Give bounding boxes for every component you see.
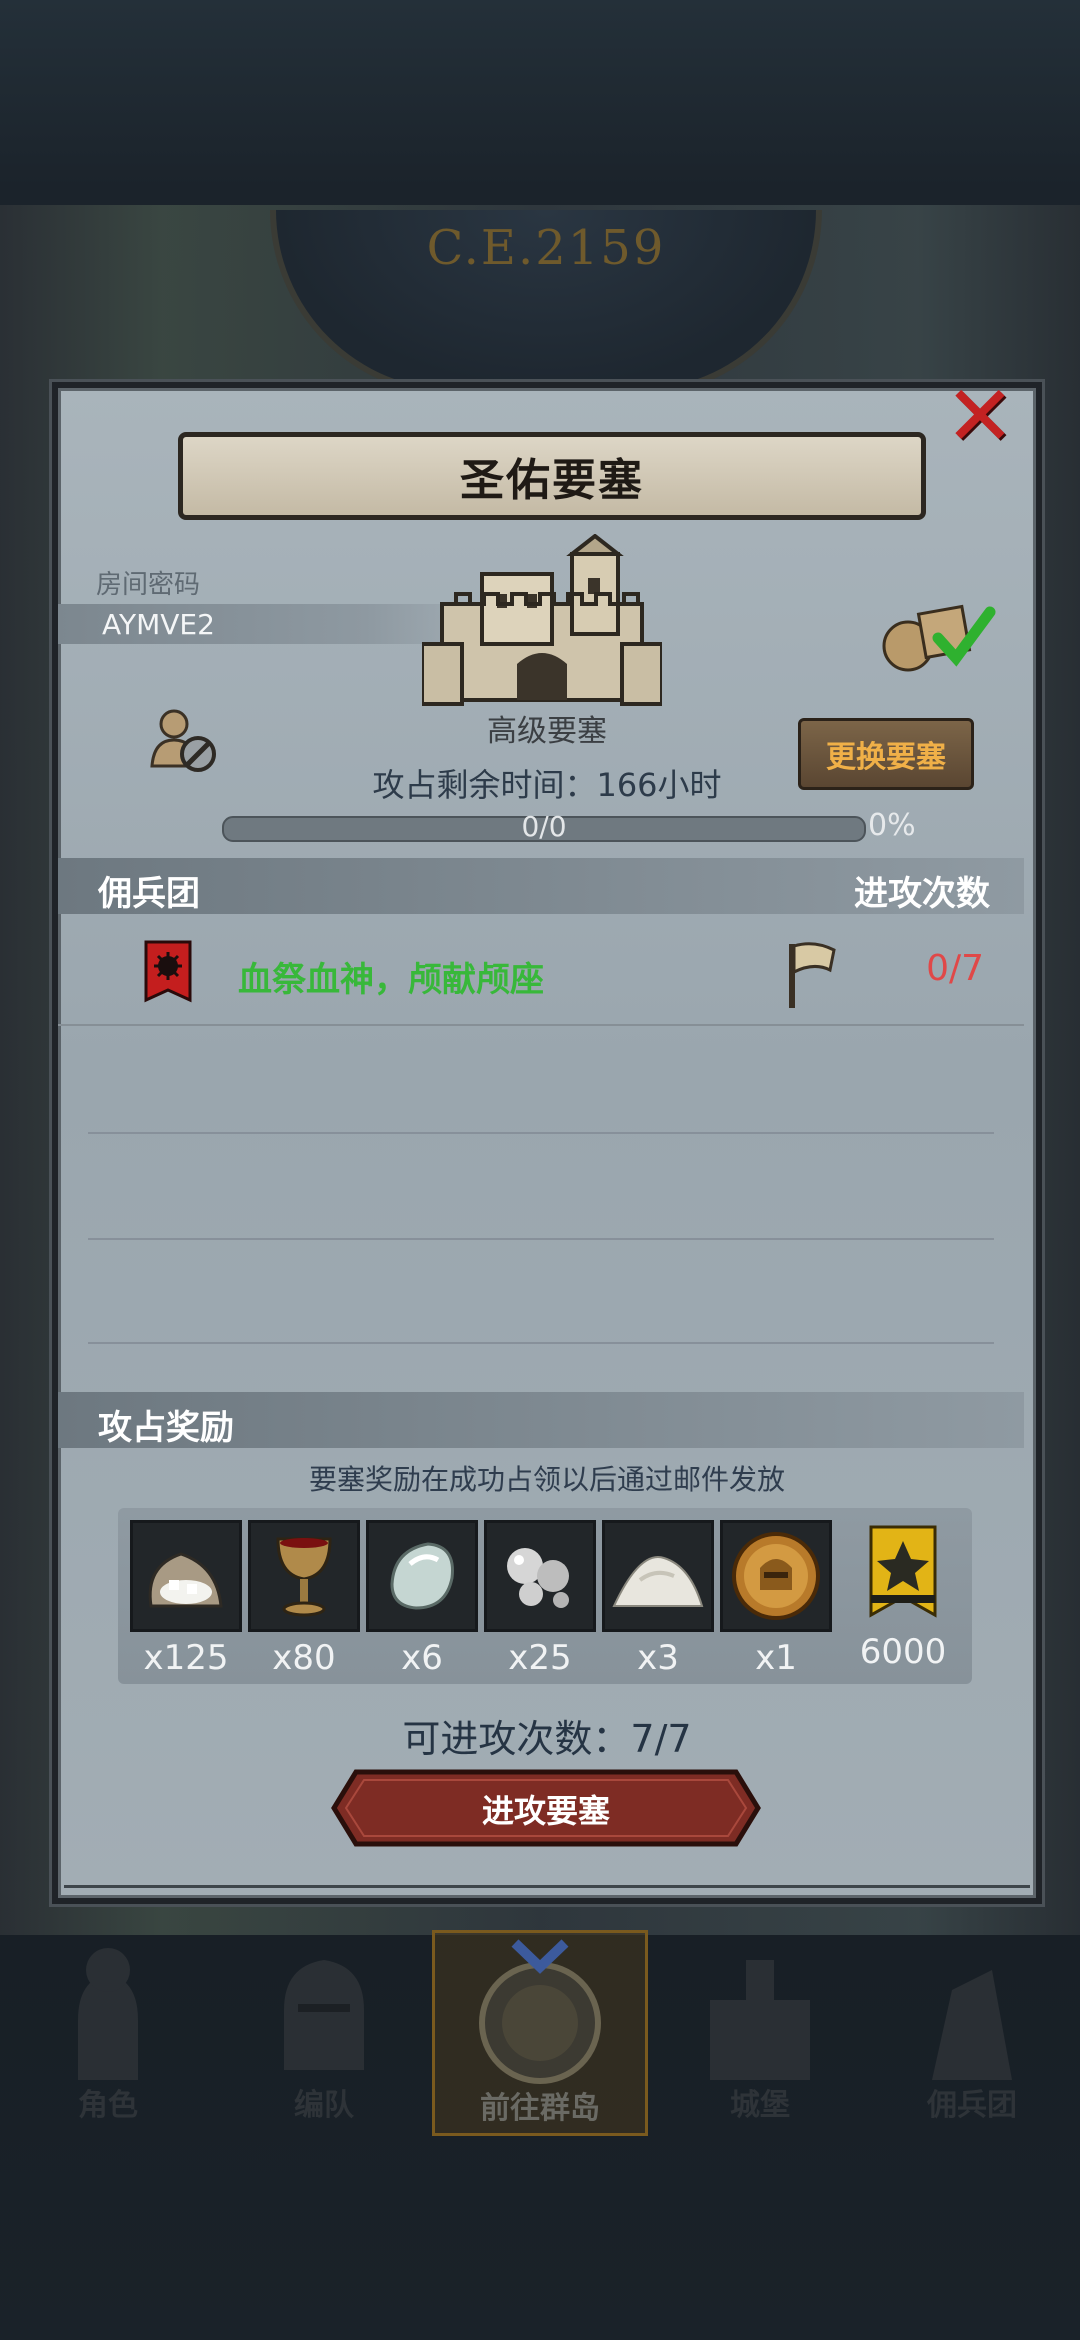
- reward-item[interactable]: x25: [484, 1520, 596, 1678]
- powder-pile-icon: [612, 1556, 704, 1607]
- mercenary-nav-icon: [932, 1970, 1012, 2080]
- castle-nav-icon: [710, 1960, 810, 2080]
- rewards-panel: x125 x80 x6 x25 x3 x1 6000: [118, 1508, 972, 1684]
- room-password-label: 房间密码: [96, 570, 201, 600]
- nav-label: 佣兵团: [927, 2088, 1017, 2123]
- loot-collected-icon[interactable]: [878, 594, 996, 674]
- nav-item-islands[interactable]: 前往群岛: [432, 1930, 648, 2136]
- reward-item[interactable]: 6000: [838, 1520, 968, 1672]
- empty-row-divider: [88, 1342, 994, 1344]
- close-icon: ✕: [944, 367, 1016, 465]
- moonstone-icon: [390, 1542, 454, 1610]
- mercenary-section-header: 佣兵团 进攻次数: [58, 858, 1024, 914]
- rewards-section-header: 攻占奖励: [58, 1392, 1024, 1448]
- reward-qty: 6000: [859, 1632, 947, 1672]
- nav-label: 角色: [78, 2088, 138, 2123]
- reward-item[interactable]: x125: [130, 1520, 242, 1678]
- pearls-icon: [507, 1548, 569, 1608]
- reward-qty: x25: [508, 1638, 572, 1678]
- bottom-nav: 角色 编队 前往群岛 城堡 佣兵团: [0, 1930, 1080, 2136]
- year-label: C.E.2159: [426, 220, 666, 276]
- mercenary-header-label: 佣兵团: [98, 874, 200, 914]
- capture-progress-bar: 0/0: [222, 810, 866, 843]
- empty-row-divider: [88, 1132, 994, 1134]
- reward-item[interactable]: x80: [248, 1520, 360, 1678]
- nav-item-character[interactable]: 角色: [8, 1930, 208, 2130]
- attack-count-header-label: 进攻次数: [854, 874, 990, 914]
- rewards-notice: 要塞奖励在成功占领以后通过邮件发放: [308, 1463, 785, 1496]
- game-screen: C.E.2159 ✕ 圣佑要塞 房间密码 AYMVE2 高级要塞 更换要塞 攻占…: [0, 0, 1080, 2340]
- red-banner-icon: [144, 940, 192, 1003]
- fortress-dialog: ✕ 圣佑要塞 房间密码 AYMVE2 高级要塞 更换要塞 攻占剩余时间：166小…: [52, 374, 1042, 1904]
- reward-item[interactable]: x6: [366, 1520, 478, 1678]
- time-remaining: 攻占剩余时间：166小时: [372, 766, 722, 804]
- capture-progress-percent: 0%: [868, 808, 916, 843]
- nav-label: 编队: [294, 2088, 354, 2123]
- reward-qty: x6: [401, 1638, 443, 1678]
- available-attempts: 可进攻次数：7/7: [402, 1717, 692, 1761]
- mercenary-attack-count: 0/7: [926, 948, 984, 989]
- salt-sack-icon: [148, 1552, 223, 1608]
- rewards-header-label: 攻占奖励: [98, 1408, 234, 1448]
- dialog-title: 圣佑要塞: [460, 455, 644, 506]
- nav-label: 前往群岛: [480, 2091, 600, 2126]
- reward-qty: x125: [143, 1638, 229, 1678]
- close-button[interactable]: ✕: [942, 374, 1018, 458]
- reward-qty: x3: [637, 1638, 679, 1678]
- compass-icon: [479, 1939, 601, 2084]
- nav-item-castle[interactable]: 城堡: [660, 1930, 860, 2130]
- goblet-icon: [276, 1537, 332, 1617]
- nav-item-mercenary[interactable]: 佣兵团: [872, 1930, 1072, 2130]
- helmet-icon: [284, 1960, 364, 2070]
- room-code[interactable]: AYMVE2: [102, 608, 215, 641]
- reward-qty: x1: [755, 1638, 797, 1678]
- castle-icon: [422, 534, 662, 706]
- reward-item[interactable]: x1: [720, 1520, 832, 1678]
- gold-banner-icon: [869, 1525, 937, 1618]
- reward-qty: x80: [272, 1638, 336, 1678]
- attack-fortress-button[interactable]: 进攻要塞: [330, 1768, 762, 1848]
- capture-progress-text: 0/0: [521, 810, 567, 843]
- empty-row-divider: [88, 1238, 994, 1240]
- reward-item[interactable]: x3: [602, 1520, 714, 1678]
- flag-icon: [789, 942, 836, 1008]
- title-banner: 圣佑要塞: [178, 432, 926, 520]
- knight-coin-icon: [732, 1532, 820, 1620]
- nav-item-formation[interactable]: 编队: [224, 1930, 424, 2130]
- knight-icon: [78, 1948, 138, 2080]
- attack-fortress-label: 进攻要塞: [481, 1792, 610, 1830]
- nav-label: 城堡: [730, 2088, 790, 2123]
- mercenary-name: 血祭血神，颅献颅座: [238, 960, 544, 1000]
- mercenary-row[interactable]: 血祭血神，颅献颅座 0/7: [58, 920, 1024, 1026]
